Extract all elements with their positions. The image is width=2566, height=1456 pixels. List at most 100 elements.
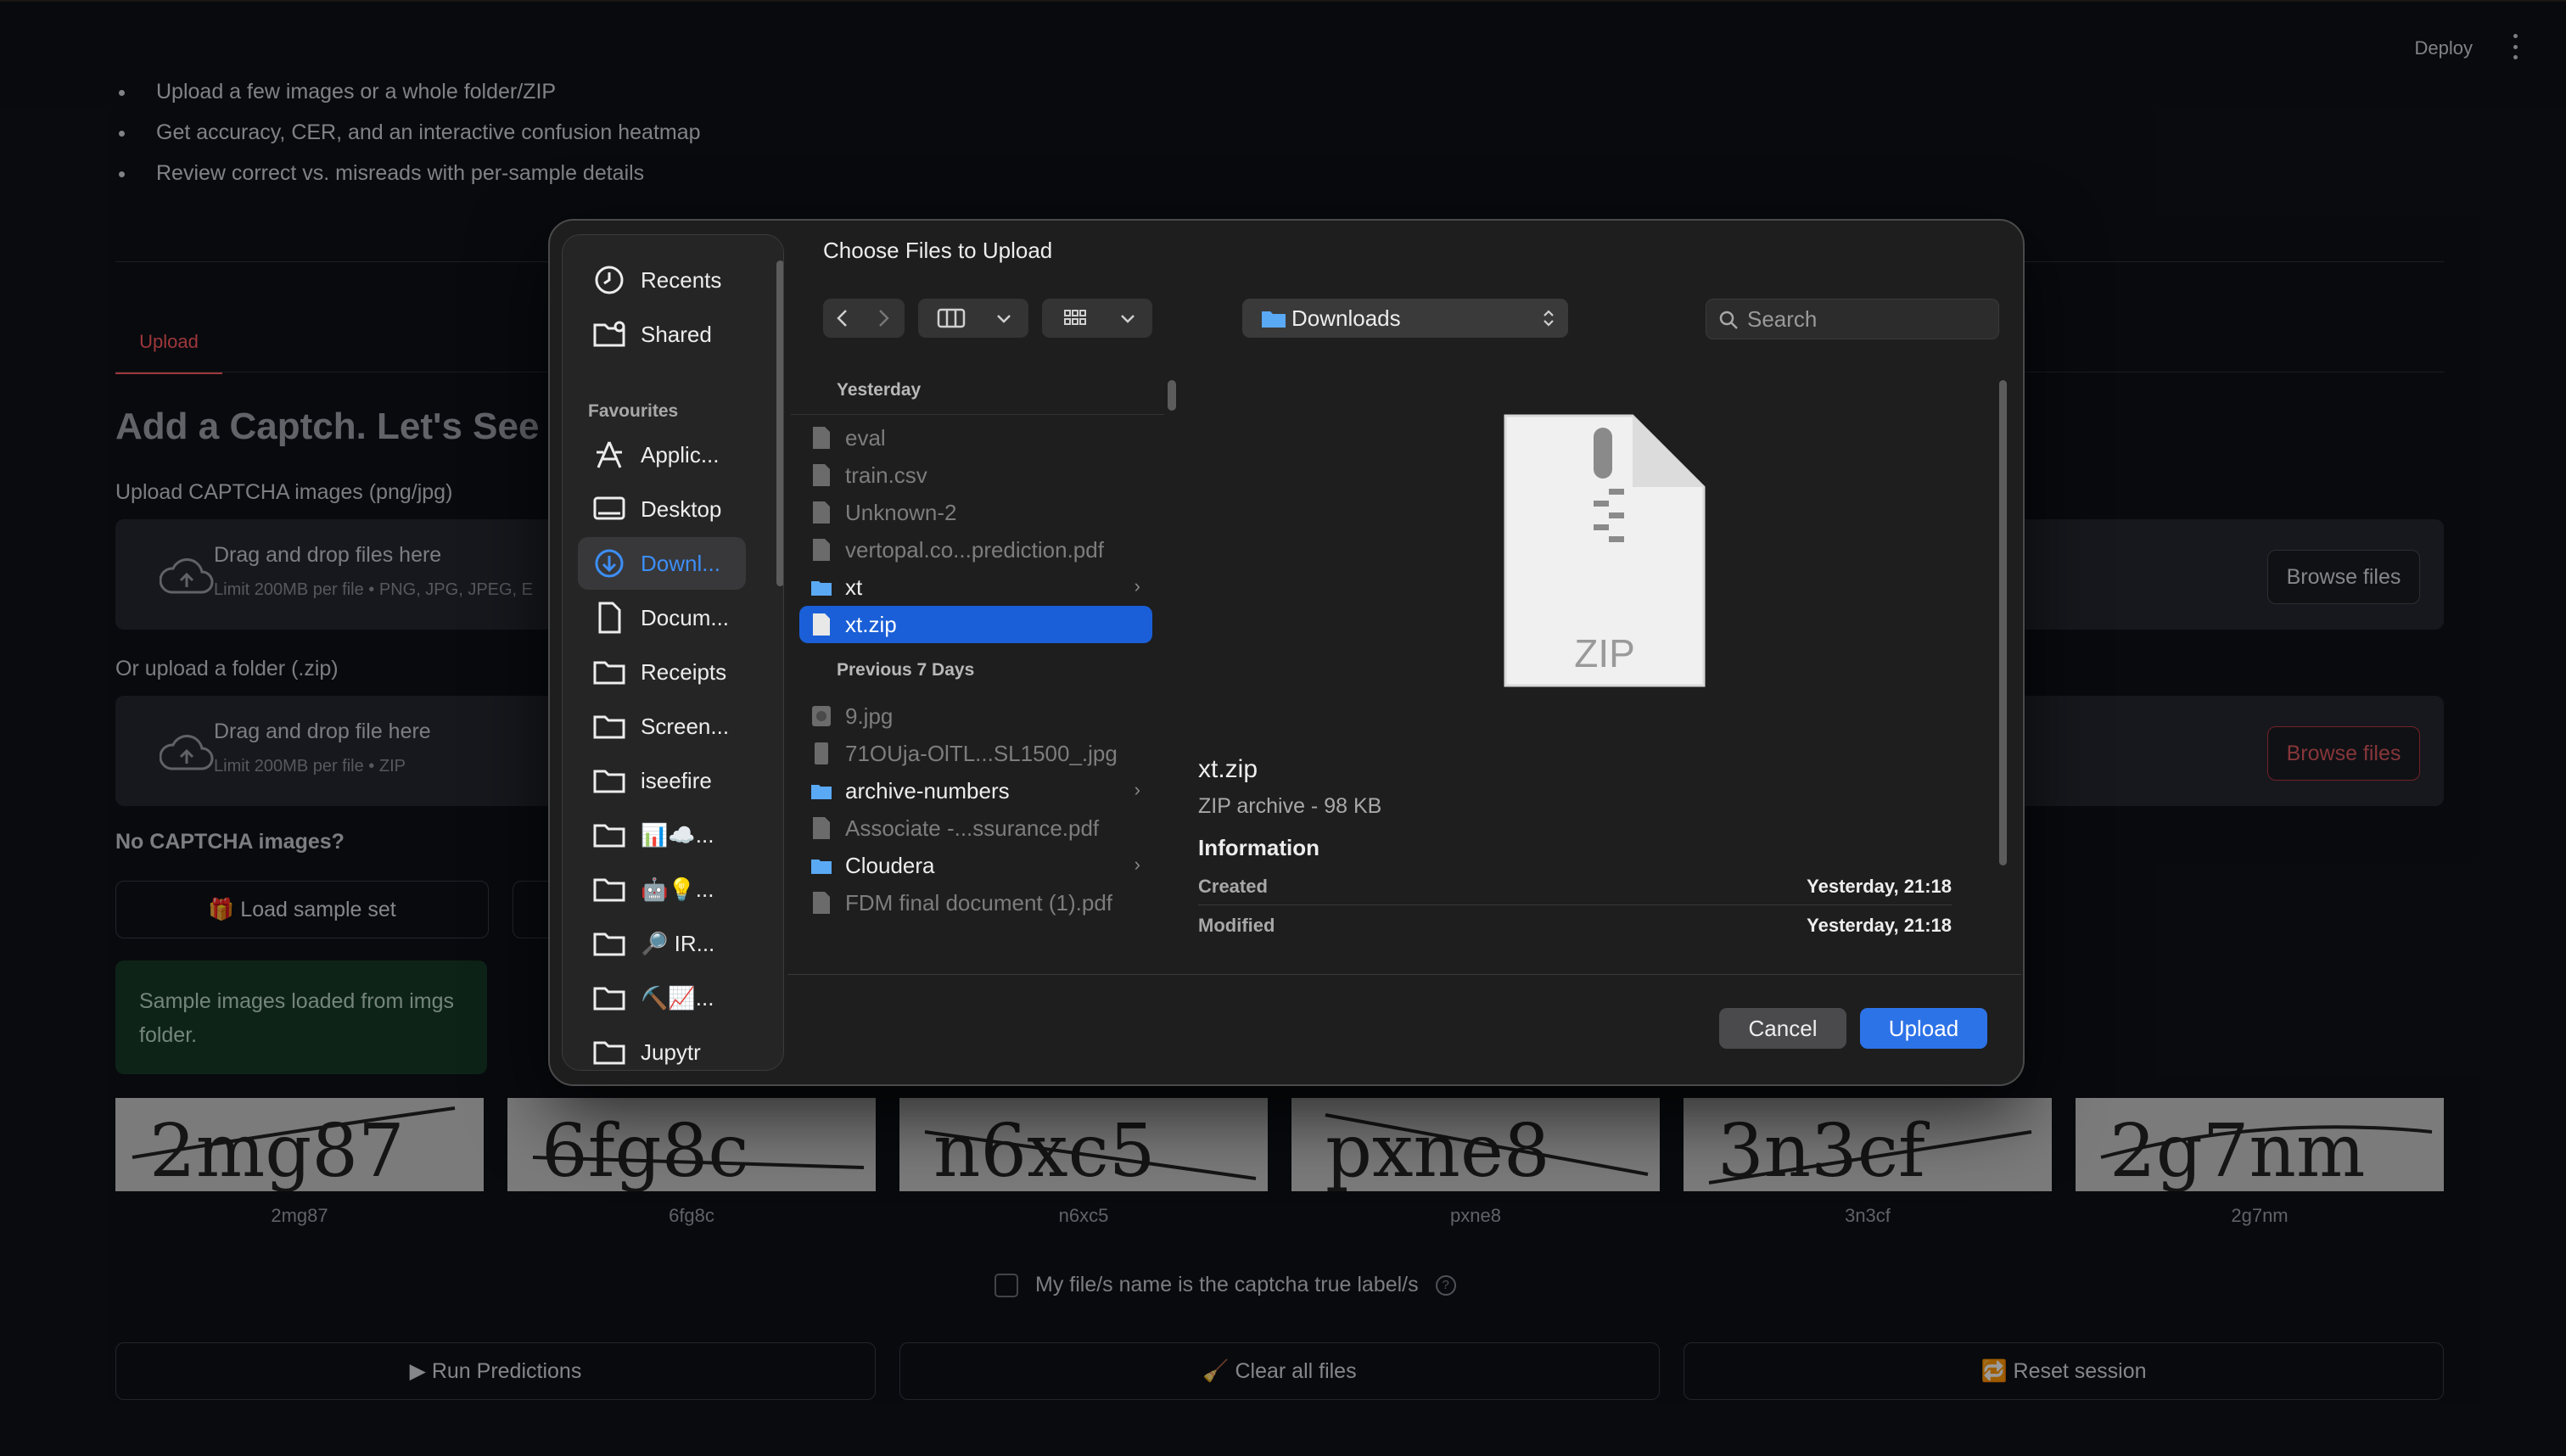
- dialog-sidebar: Recents Shared Favourites Applic... Desk…: [562, 234, 784, 1071]
- search-placeholder: Search: [1747, 306, 1818, 332]
- file-name: xt.zip: [845, 611, 897, 637]
- applications-icon: [597, 441, 622, 468]
- chevron-right-icon: ›: [1134, 779, 1140, 800]
- sidebar-item-shared[interactable]: Shared: [578, 308, 746, 361]
- sidebar-item-label: 🤖💡...: [641, 876, 714, 902]
- up-down-chevron-icon: [1544, 310, 1554, 327]
- preview-scrollbar[interactable]: [1999, 380, 2007, 865]
- file-name: eval: [845, 424, 886, 451]
- file-row[interactable]: train.csv: [799, 456, 1152, 494]
- sidebar-item-downloads[interactable]: Downl...: [578, 537, 746, 590]
- file-name: 71OUja-OlTL...SL1500_.jpg: [845, 740, 1118, 766]
- file-list: Yesterday eval train.csv Unknown-2 verto…: [791, 372, 1159, 971]
- file-icon: [813, 613, 830, 636]
- sidebar-item-receipts[interactable]: Receipts: [578, 646, 746, 698]
- sidebar-item-label: 🔎 IR...: [641, 930, 715, 956]
- sidebar-item-label: Desktop: [641, 496, 722, 522]
- sidebar-item-label: ⛏️📈...: [641, 984, 714, 1011]
- file-name: FDM final document (1).pdf: [845, 889, 1113, 916]
- sidebar-item-ai-folder[interactable]: 🤖💡...: [578, 863, 746, 916]
- desktop-icon: [593, 496, 625, 520]
- sidebar-item-jupytr[interactable]: Jupytr: [578, 1026, 746, 1070]
- folder-icon: [811, 860, 832, 874]
- file-row-selected[interactable]: xt.zip: [799, 606, 1152, 643]
- file-name: Associate -...ssurance.pdf: [845, 815, 1100, 841]
- file-name: xt: [845, 574, 863, 600]
- preview-file-kind: ZIP archive - 98 KB: [1198, 794, 1382, 818]
- group-header-previous-7-days: Previous 7 Days: [837, 660, 975, 680]
- search-field[interactable]: Search: [1706, 299, 1999, 339]
- file-icon: [813, 427, 830, 449]
- file-icon: [813, 501, 830, 524]
- sidebar-item-label: Applic...: [641, 441, 720, 468]
- info-heading: Information: [1198, 835, 1319, 860]
- file-icon: [813, 539, 830, 561]
- file-name: train.csv: [845, 462, 927, 488]
- upload-button[interactable]: Upload: [1860, 1008, 1987, 1049]
- view-columns-control[interactable]: [918, 299, 1028, 338]
- sidebar-item-screenshots[interactable]: Screen...: [578, 700, 746, 753]
- sidebar-item-label: 📊☁️...: [641, 821, 714, 848]
- dialog-title: Choose Files to Upload: [823, 238, 1053, 263]
- sidebar-item-recents[interactable]: Recents: [578, 254, 746, 306]
- preview-file-name: xt.zip: [1198, 755, 1258, 783]
- sidebar-scrollbar[interactable]: [776, 260, 783, 586]
- file-name: vertopal.co...prediction.pdf: [845, 536, 1104, 563]
- folder-icon: [593, 770, 625, 793]
- file-row[interactable]: 71OUja-OlTL...SL1500_.jpg: [799, 735, 1152, 772]
- file-name: archive-numbers: [845, 777, 1010, 804]
- folder-icon: [811, 581, 832, 596]
- group-view-control[interactable]: [1042, 299, 1152, 338]
- folder-row[interactable]: xt ›: [799, 568, 1152, 606]
- grid-view-icon: [1064, 310, 1086, 325]
- folder-row[interactable]: archive-numbers ›: [799, 772, 1152, 809]
- sidebar-item-mining-folder[interactable]: ⛏️📈...: [578, 972, 746, 1024]
- sidebar-item-charts-folder[interactable]: 📊☁️...: [578, 809, 746, 861]
- modified-label: Modified: [1198, 915, 1275, 936]
- file-icon: [813, 817, 830, 839]
- file-row[interactable]: vertopal.co...prediction.pdf: [799, 531, 1152, 568]
- folder-icon: [593, 715, 625, 739]
- meta-divider: [1198, 904, 1952, 905]
- file-row[interactable]: 9.jpg: [799, 697, 1152, 735]
- list-scrollbar[interactable]: [1168, 380, 1176, 411]
- sidebar-item-iseefire[interactable]: iseefire: [578, 754, 746, 807]
- folder-row[interactable]: Cloudera ›: [799, 847, 1152, 884]
- sidebar-item-documents[interactable]: Docum...: [578, 591, 746, 644]
- folder-icon: [593, 1041, 625, 1065]
- modified-row: Modified Yesterday, 21:18: [1198, 915, 1952, 937]
- file-chooser-dialog: Recents Shared Favourites Applic... Desk…: [548, 219, 2025, 1086]
- file-icon: [813, 464, 830, 486]
- zip-icon-label: ZIP: [1574, 631, 1635, 675]
- file-name: 9.jpg: [845, 703, 894, 729]
- file-icon: [813, 892, 830, 914]
- column-resize-handle[interactable]: [1161, 372, 1186, 971]
- downloads-icon: [595, 549, 624, 578]
- zip-file-icon: ZIP: [1504, 414, 1706, 687]
- file-row[interactable]: Unknown-2: [799, 494, 1152, 531]
- chevron-down-icon: [997, 315, 1011, 323]
- file-row[interactable]: Associate -...ssurance.pdf: [799, 809, 1152, 847]
- created-value: Yesterday, 21:18: [1807, 876, 1952, 897]
- sidebar-item-label: Screen...: [641, 713, 730, 739]
- folder-icon: [1262, 311, 1286, 328]
- sidebar-item-desktop[interactable]: Desktop: [578, 483, 746, 535]
- chevron-right-icon[interactable]: [872, 307, 894, 329]
- sidebar-item-label: Downl...: [641, 550, 720, 576]
- nav-back-forward[interactable]: [823, 299, 905, 338]
- sidebar-item-applications[interactable]: Applic...: [578, 428, 746, 481]
- chevron-right-icon: ›: [1134, 854, 1140, 875]
- sidebar-item-ir-folder[interactable]: 🔎 IR...: [578, 917, 746, 970]
- folder-icon: [593, 878, 625, 902]
- file-name: Cloudera: [845, 852, 935, 878]
- file-row[interactable]: FDM final document (1).pdf: [799, 884, 1152, 921]
- list-header-divider: [791, 414, 1164, 415]
- location-label: Downloads: [1291, 305, 1401, 331]
- cancel-button[interactable]: Cancel: [1719, 1008, 1846, 1049]
- file-row[interactable]: eval: [799, 419, 1152, 456]
- sidebar-item-label: Shared: [641, 321, 712, 347]
- location-dropdown[interactable]: Downloads: [1242, 299, 1568, 338]
- document-icon: [598, 602, 621, 634]
- chevron-left-icon[interactable]: [832, 307, 854, 329]
- chevron-right-icon: ›: [1134, 575, 1140, 596]
